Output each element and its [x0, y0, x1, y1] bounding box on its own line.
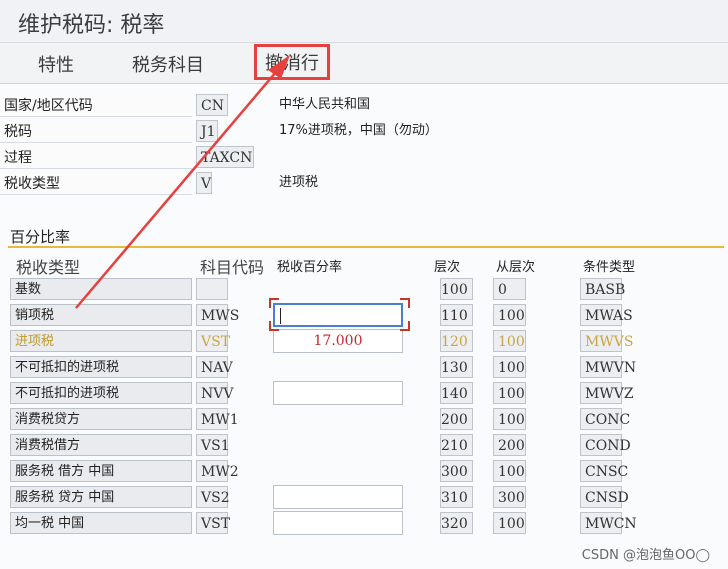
row-condition-type: CNSC: [580, 460, 628, 482]
tab-undo-line[interactable]: 撤消行: [254, 44, 330, 80]
col-header-account: 科目代码: [200, 258, 265, 277]
row-account-code[interactable]: MW1: [196, 408, 239, 430]
taxcode-field[interactable]: J1: [196, 120, 218, 142]
country-label: 国家/地区代码: [0, 95, 192, 117]
taxcode-label: 税码: [0, 121, 192, 143]
row-tax-type: 进项税: [10, 330, 192, 352]
tab-strip: 特性 税务科目 撤消行: [0, 43, 728, 84]
text-cursor: [280, 308, 281, 324]
row-rate-input[interactable]: [273, 303, 403, 327]
row-step: 320: [440, 512, 473, 534]
row-condition-type: MWCN: [580, 512, 637, 534]
col-header-from-step: 从层次: [496, 260, 536, 275]
row-step: 310: [440, 486, 473, 508]
taxcode-desc: 17%进项税，中国（勿动）: [279, 123, 438, 138]
row-account-code[interactable]: VS1: [196, 434, 230, 456]
taxtype-label: 税收类型: [0, 173, 192, 195]
row-step: 120: [440, 330, 473, 352]
row-step: 200: [440, 408, 473, 430]
row-rate-input[interactable]: [273, 381, 403, 405]
procedure-field[interactable]: TAXCN: [196, 146, 254, 168]
row-rate-input[interactable]: 17.000: [273, 329, 403, 353]
row-from-step: 100: [493, 356, 526, 378]
row-tax-type: 销项税: [10, 304, 192, 326]
row-tax-type: 服务税 借方 中国: [10, 460, 192, 482]
title-bar: 维护税码: 税率: [0, 0, 728, 43]
country-desc: 中华人民共和国: [279, 97, 371, 112]
watermark: CSDN @泡泡鱼OO◯: [581, 548, 710, 563]
row-from-step: 100: [493, 304, 526, 326]
row-condition-type: MWVS: [580, 330, 633, 352]
row-tax-type: 不可抵扣的进项税: [10, 356, 192, 378]
row-from-step: 300: [493, 486, 526, 508]
country-field[interactable]: CN: [196, 94, 228, 116]
col-header-rate: 税收百分率: [277, 260, 343, 275]
row-tax-type: 服务税 贷方 中国: [10, 486, 192, 508]
row-step: 110: [440, 304, 473, 326]
row-condition-type: MWAS: [580, 304, 633, 326]
row-account-code[interactable]: VST: [196, 330, 230, 352]
window-title: 维护税码: 税率: [18, 13, 165, 38]
row-step: 210: [440, 434, 473, 456]
row-tax-type: 基数: [10, 278, 192, 300]
col-header-condition: 条件类型: [583, 260, 636, 275]
tab-tax-accounts[interactable]: 税务科目: [132, 51, 204, 77]
row-step: 100: [440, 278, 473, 300]
row-rate-input[interactable]: [273, 511, 403, 535]
row-condition-type: MWVN: [580, 356, 636, 378]
tab-properties[interactable]: 特性: [38, 51, 74, 77]
row-account-code[interactable]: NVV: [196, 382, 233, 404]
row-from-step: 100: [493, 382, 526, 404]
row-condition-type: CONC: [580, 408, 630, 430]
row-tax-type: 不可抵扣的进项税: [10, 382, 192, 404]
row-step: 140: [440, 382, 473, 404]
focus-marker: [400, 298, 410, 308]
col-header-step: 层次: [434, 260, 461, 275]
row-condition-type: BASB: [580, 278, 625, 300]
focus-marker: [269, 321, 279, 331]
row-from-step: 200: [493, 434, 526, 456]
row-condition-type: CNSD: [580, 486, 629, 508]
row-tax-type: 均一税 中国: [10, 512, 192, 534]
panel-divider: [8, 246, 724, 248]
row-account-code[interactable]: MW2: [196, 460, 239, 482]
focus-marker: [400, 321, 410, 331]
col-header-type: 税收类型: [16, 258, 81, 277]
row-account-code[interactable]: NAV: [196, 356, 233, 378]
row-tax-type: 消费税贷方: [10, 408, 192, 430]
taxtype-desc: 进项税: [279, 175, 319, 190]
row-from-step: 0: [493, 278, 526, 300]
row-condition-type: MWVZ: [580, 382, 634, 404]
row-step: 300: [440, 460, 473, 482]
row-condition-type: COND: [580, 434, 631, 456]
row-account-code[interactable]: VST: [196, 512, 230, 534]
row-from-step: 100: [493, 330, 526, 352]
focus-marker: [269, 298, 279, 308]
row-account-code[interactable]: VS2: [196, 486, 230, 508]
row-rate-input[interactable]: [273, 485, 403, 509]
row-from-step: 100: [493, 408, 526, 430]
row-from-step: 100: [493, 460, 526, 482]
row-tax-type: 消费税借方: [10, 434, 192, 456]
procedure-label: 过程: [0, 147, 192, 169]
row-account-code[interactable]: MWS: [196, 304, 239, 326]
row-account-code[interactable]: [196, 278, 228, 300]
row-from-step: 100: [493, 512, 526, 534]
taxtype-field[interactable]: V: [196, 172, 212, 194]
row-step: 130: [440, 356, 473, 378]
panel-title: 百分比率: [10, 228, 71, 246]
